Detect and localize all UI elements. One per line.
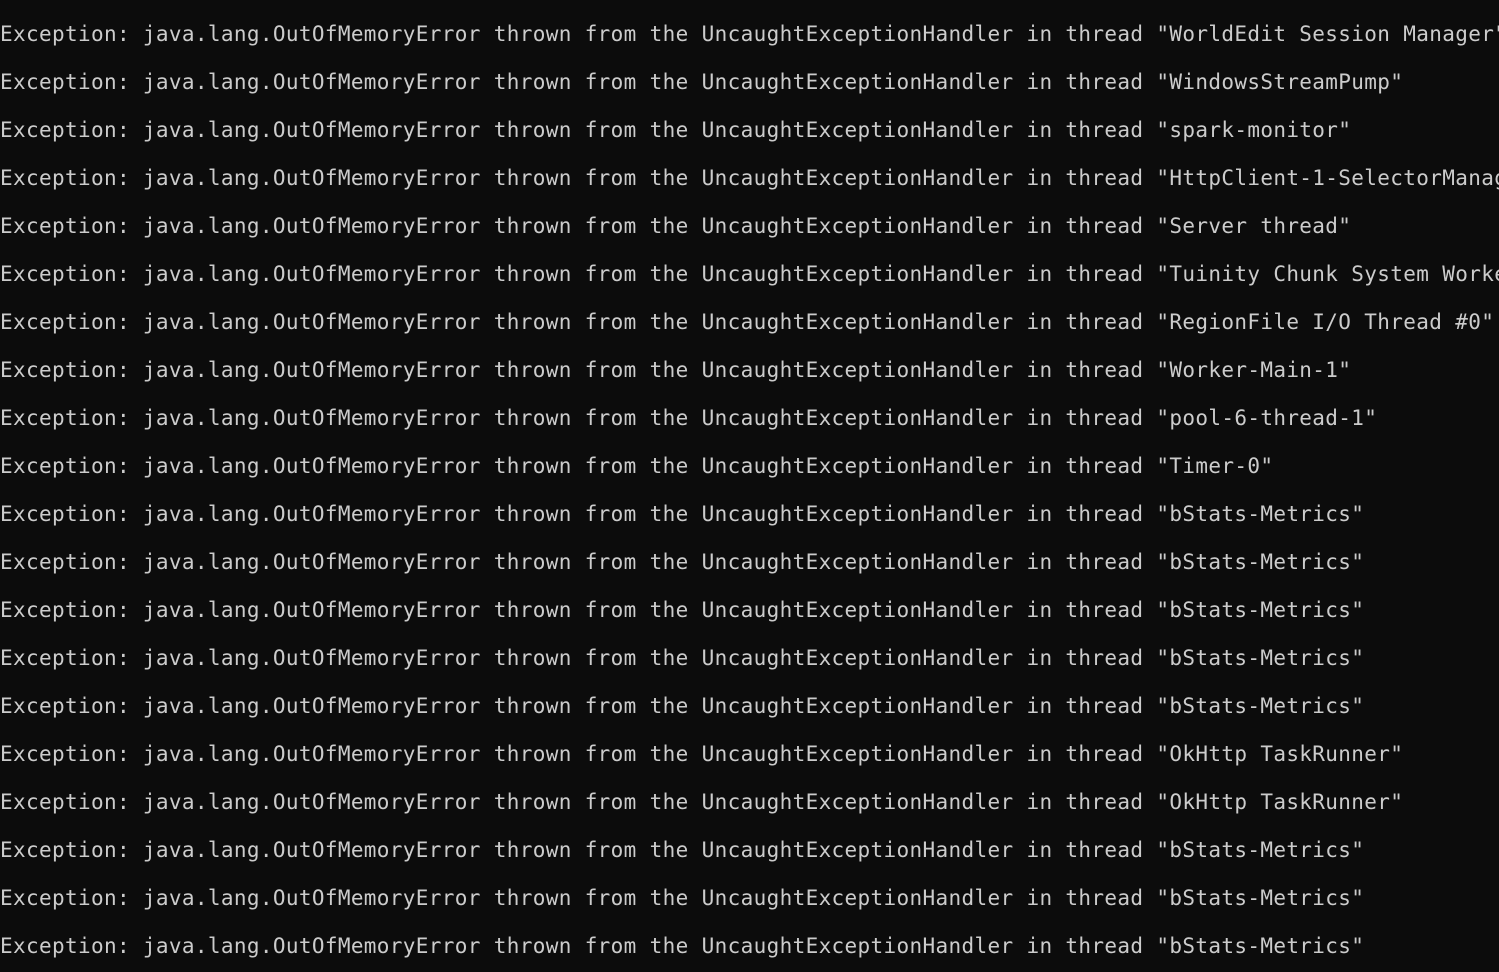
console-line: Exception: java.lang.OutOfMemoryError th…: [0, 454, 1274, 478]
console-output: Exception: java.lang.OutOfMemoryError th…: [0, 10, 1499, 970]
console-line: Exception: java.lang.OutOfMemoryError th…: [0, 214, 1352, 238]
console-line: Exception: java.lang.OutOfMemoryError th…: [0, 502, 1365, 526]
console-window[interactable]: Exception: java.lang.OutOfMemoryError th…: [0, 0, 1499, 972]
console-line: Exception: java.lang.OutOfMemoryError th…: [0, 694, 1365, 718]
console-line: Exception: java.lang.OutOfMemoryError th…: [0, 646, 1365, 670]
console-line: Exception: java.lang.OutOfMemoryError th…: [0, 742, 1404, 766]
console-line: Exception: java.lang.OutOfMemoryError th…: [0, 118, 1352, 142]
console-line: Exception: java.lang.OutOfMemoryError th…: [0, 262, 1499, 286]
console-line: Exception: java.lang.OutOfMemoryError th…: [0, 598, 1365, 622]
console-line: Exception: java.lang.OutOfMemoryError th…: [0, 358, 1352, 382]
console-line: Exception: java.lang.OutOfMemoryError th…: [0, 886, 1365, 910]
console-line: Exception: java.lang.OutOfMemoryError th…: [0, 406, 1378, 430]
console-line: Exception: java.lang.OutOfMemoryError th…: [0, 790, 1404, 814]
console-line: Exception: java.lang.OutOfMemoryError th…: [0, 934, 1365, 958]
console-line: Exception: java.lang.OutOfMemoryError th…: [0, 838, 1365, 862]
console-line: Exception: java.lang.OutOfMemoryError th…: [0, 550, 1365, 574]
console-line: Exception: java.lang.OutOfMemoryError th…: [0, 22, 1499, 46]
console-line: Exception: java.lang.OutOfMemoryError th…: [0, 70, 1404, 94]
console-line: Exception: java.lang.OutOfMemoryError th…: [0, 310, 1495, 334]
console-line: Exception: java.lang.OutOfMemoryError th…: [0, 166, 1499, 190]
